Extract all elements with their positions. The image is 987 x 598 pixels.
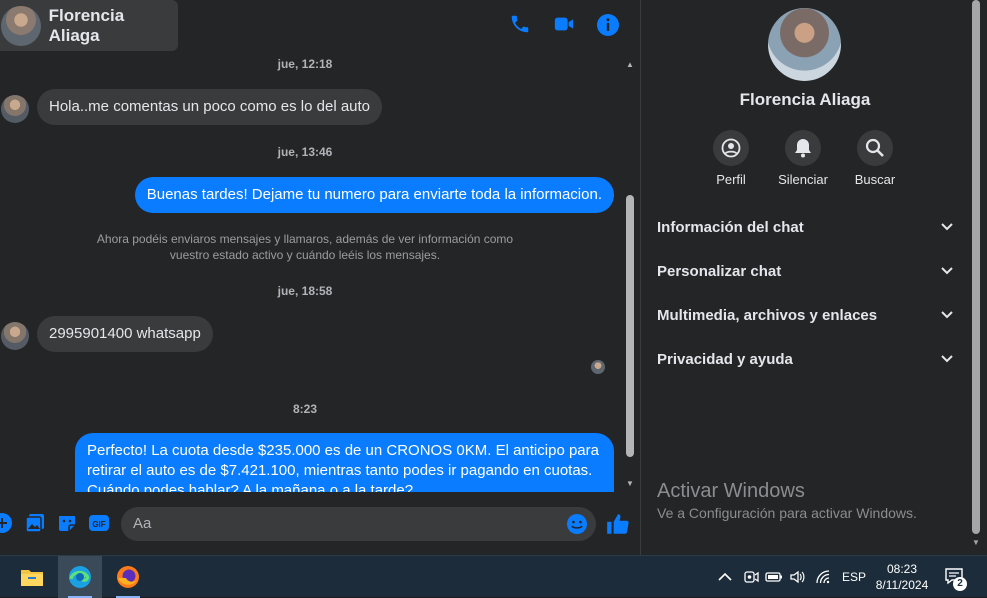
profile-icon[interactable] [713,130,749,166]
contact-name: Florencia Aliaga [48,5,125,45]
message-line: retirar el auto es de $7.421.100, mientr… [87,462,593,479]
messenger-window: Florencia Aliaga jue, 12:18 Hola..me com… [0,0,987,555]
chat-scrollbar-thumb[interactable] [626,195,634,457]
chat-column: Florencia Aliaga jue, 12:18 Hola..me com… [0,0,640,555]
encryption-notice: Ahora podéis enviaros mensajes y llamaro… [80,231,530,263]
chevron-down-icon [941,262,953,280]
search-icon[interactable] [857,130,893,166]
message-outgoing[interactable]: Perfecto! La cuota desde $235.000 es de … [75,433,614,492]
image-icon[interactable] [25,513,47,535]
message-outgoing[interactable]: Buenas tardes! Dejame tu numero para env… [134,177,614,213]
video-icon[interactable] [553,13,577,37]
language-indicator[interactable]: ESP [842,556,866,598]
search-action-label: Buscar [854,172,896,187]
taskbar-clock[interactable]: 08:23 8/11/2024 [870,561,934,593]
phone-icon[interactable] [509,13,533,37]
search-action[interactable]: Buscar [840,130,910,187]
composer: GIF Aa [0,500,640,550]
clock-time: 08:23 [886,562,918,576]
sender-avatar[interactable] [1,322,29,350]
profile-name: Florencia Aliaga [739,90,871,109]
windows-activation-subtitle: Ve a Configuración para activar Windows. [657,505,917,521]
timestamp: 8:23 [292,402,318,416]
chevron-down-icon [941,218,953,236]
emoji-icon[interactable] [566,513,588,535]
contact-avatar[interactable] [1,5,41,46]
wifi-icon[interactable] [815,556,831,598]
plus-icon[interactable] [0,513,14,535]
gif-icon[interactable]: GIF [88,513,110,535]
mute-action[interactable]: Silenciar [768,130,838,187]
svg-text:GIF: GIF [92,520,105,529]
panel-scrollbar-thumb[interactable] [972,0,980,534]
sender-avatar[interactable] [1,95,29,123]
section-label: Multimedia, archivos y enlaces [657,306,878,324]
battery-icon[interactable] [765,556,783,598]
section-label: Privacidad y ayuda [657,350,793,368]
scroll-down-arrow-icon[interactable]: ▼ [971,538,981,547]
firefox-icon[interactable] [106,556,150,598]
contact-info-panel: Florencia Aliaga Perfil Silenciar Buscar… [641,0,969,555]
message-list: jue, 12:18 Hola..me comentas un poco com… [0,52,622,492]
notice-line: vuestro estado activo y cuándo leéis los… [169,248,441,262]
section-chat-info[interactable]: Información del chat [657,212,953,242]
profile-action[interactable]: Perfil [696,130,766,187]
volume-icon[interactable] [789,556,805,598]
edge-icon[interactable] [58,556,102,598]
windows-activation-title: Activar Windows [657,480,805,502]
like-icon[interactable] [605,511,631,537]
notice-line: Ahora podéis enviaros mensajes y llamaro… [96,232,514,246]
message-line: Cuándo podes hablar? A la mañana o a la … [87,482,414,492]
mute-action-label: Silenciar [778,172,828,187]
message-input-placeholder: Aa [133,515,152,532]
info-icon[interactable] [596,13,620,37]
meet-now-icon[interactable] [743,556,759,598]
section-privacy-help[interactable]: Privacidad y ayuda [657,344,953,374]
message-incoming[interactable]: Hola..me comentas un poco como es lo del… [37,89,383,125]
message-incoming[interactable]: 2995901400 whatsapp [37,316,213,352]
read-receipt-avatar [591,360,605,374]
scroll-up-arrow-icon[interactable]: ▲ [625,60,635,70]
section-customize-chat[interactable]: Personalizar chat [657,256,953,286]
profile-avatar[interactable] [768,8,841,81]
clock-date: 8/11/2024 [875,578,929,592]
notification-count-badge: 2 [953,577,967,591]
section-media-files-links[interactable]: Multimedia, archivos y enlaces [657,300,953,330]
chat-header: Florencia Aliaga [0,0,640,52]
section-label: Información del chat [657,218,804,236]
profile-action-label: Perfil [716,172,746,187]
contact-header-button[interactable]: Florencia Aliaga [0,0,178,51]
scroll-down-arrow-icon[interactable]: ▼ [625,479,635,489]
windows-taskbar: ESP 08:23 8/11/2024 2 [0,555,987,598]
section-label: Personalizar chat [657,262,782,280]
message-line: Perfecto! La cuota desde $235.000 es de … [87,442,599,459]
chevron-down-icon [941,350,953,368]
timestamp: jue, 12:18 [277,57,333,71]
file-explorer-icon[interactable] [10,556,54,598]
timestamp: jue, 18:58 [277,284,333,298]
bell-icon[interactable] [785,130,821,166]
message-input[interactable]: Aa [121,507,596,541]
sticker-icon[interactable] [57,513,79,535]
show-hidden-icons-chevron-icon[interactable] [718,556,732,598]
timestamp: jue, 13:46 [277,145,333,159]
chevron-down-icon [941,306,953,324]
